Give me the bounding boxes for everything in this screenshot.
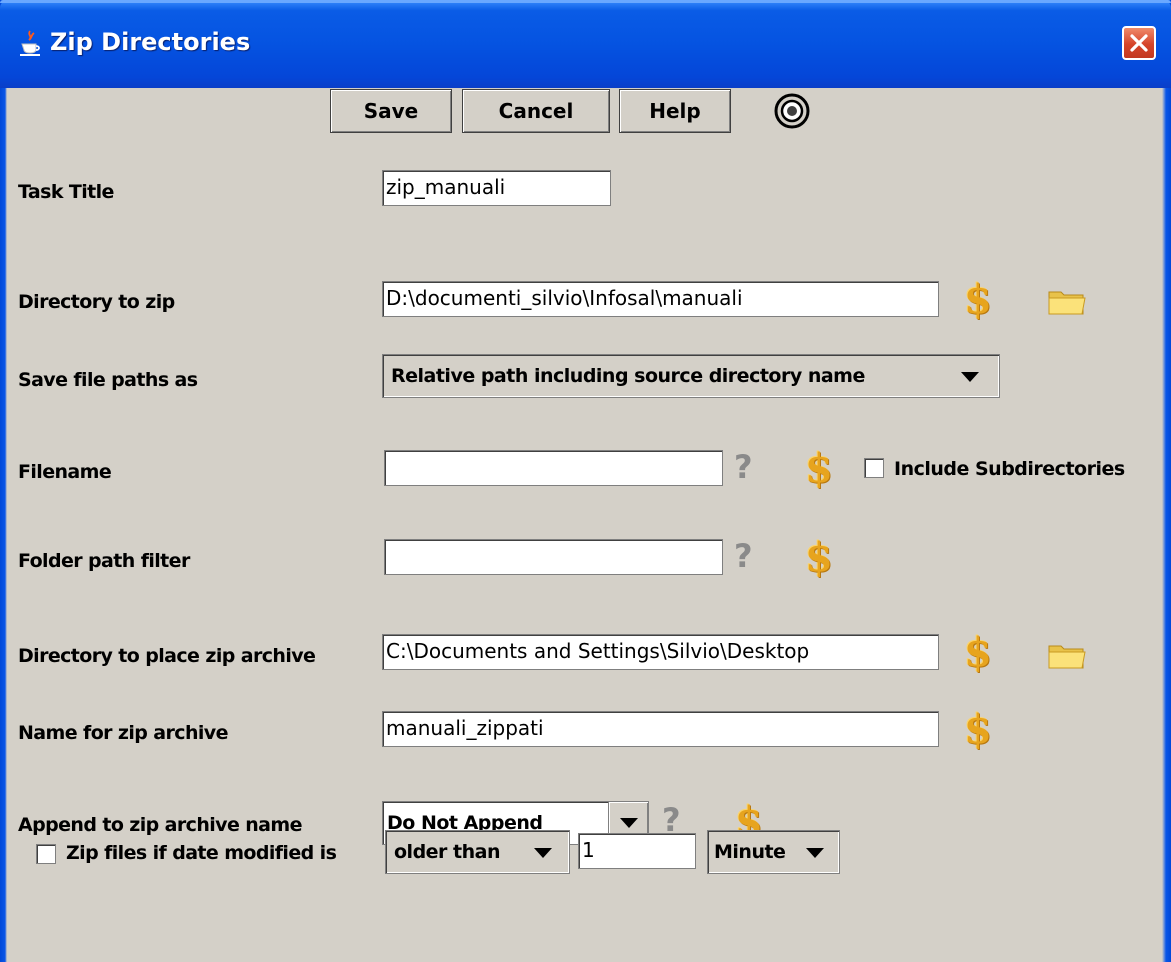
chevron-down-icon bbox=[961, 372, 979, 382]
filename-variable-icon[interactable]: $ bbox=[805, 449, 833, 489]
include-subdirectories-label: Include Subdirectories bbox=[894, 458, 1125, 480]
chevron-down-icon bbox=[620, 818, 638, 828]
java-cup-icon bbox=[20, 30, 40, 56]
zip-archive-name-label: Name for zip archive bbox=[18, 722, 228, 744]
chevron-down-icon bbox=[806, 848, 824, 858]
folder-path-filter-label: Folder path filter bbox=[18, 550, 190, 572]
cancel-button-label: Cancel bbox=[498, 99, 574, 123]
save-file-paths-label: Save file paths as bbox=[18, 369, 198, 391]
save-file-paths-dropdown[interactable]: Relative path including source directory… bbox=[382, 354, 1000, 398]
folder-path-filter-variable-icon[interactable]: $ bbox=[805, 538, 833, 578]
date-comparison-dropdown[interactable]: older than bbox=[385, 830, 570, 874]
chevron-down-icon bbox=[534, 848, 552, 858]
options-icon[interactable] bbox=[774, 93, 810, 129]
save-button-label: Save bbox=[363, 99, 419, 123]
append-to-name-label: Append to zip archive name bbox=[18, 814, 302, 836]
zip-archive-name-variable-icon[interactable]: $ bbox=[964, 710, 992, 750]
title-bar[interactable]: Zip Directories bbox=[0, 0, 1171, 88]
directory-to-place-folder-icon[interactable] bbox=[1047, 640, 1087, 672]
close-icon bbox=[1130, 34, 1148, 52]
dialog-window: Zip Directories Save Cancel Help Task Ti… bbox=[0, 0, 1171, 962]
help-button[interactable]: Help bbox=[619, 89, 731, 133]
filename-question-icon[interactable]: ? bbox=[734, 449, 754, 485]
date-comparison-value: older than bbox=[394, 841, 501, 863]
help-button-label: Help bbox=[649, 99, 701, 123]
dialog-content: Save Cancel Help Task Title zip_manuali … bbox=[7, 88, 1162, 962]
task-title-field[interactable]: zip_manuali bbox=[382, 170, 611, 206]
close-button[interactable] bbox=[1122, 26, 1156, 60]
directory-to-zip-field[interactable]: D:\documenti_silvio\Infosal\manuali bbox=[382, 281, 939, 317]
directory-to-place-field[interactable]: C:\Documents and Settings\Silvio\Desktop bbox=[382, 634, 939, 670]
filename-label: Filename bbox=[18, 461, 112, 483]
date-modified-label: Zip files if date modified is bbox=[66, 842, 337, 864]
filename-field[interactable] bbox=[384, 450, 723, 486]
directory-to-place-variable-icon[interactable]: $ bbox=[964, 633, 992, 673]
task-title-label: Task Title bbox=[18, 181, 114, 203]
directory-to-place-label: Directory to place zip archive bbox=[18, 645, 316, 667]
directory-to-zip-label: Directory to zip bbox=[18, 291, 175, 313]
cancel-button[interactable]: Cancel bbox=[462, 89, 610, 133]
window-title: Zip Directories bbox=[50, 28, 251, 56]
date-amount-field[interactable]: 1 bbox=[578, 833, 696, 869]
date-modified-checkbox[interactable] bbox=[36, 844, 56, 864]
include-subdirectories-checkbox[interactable] bbox=[864, 458, 884, 478]
date-unit-value: Minute bbox=[714, 841, 786, 863]
save-button[interactable]: Save bbox=[330, 89, 452, 133]
save-file-paths-value: Relative path including source directory… bbox=[391, 365, 865, 387]
date-unit-dropdown[interactable]: Minute bbox=[707, 830, 840, 874]
zip-archive-name-field[interactable]: manuali_zippati bbox=[382, 711, 939, 747]
folder-path-filter-question-icon[interactable]: ? bbox=[734, 538, 754, 574]
folder-path-filter-field[interactable] bbox=[384, 539, 723, 575]
directory-to-zip-variable-icon[interactable]: $ bbox=[964, 280, 992, 320]
directory-to-zip-folder-icon[interactable] bbox=[1047, 286, 1087, 318]
